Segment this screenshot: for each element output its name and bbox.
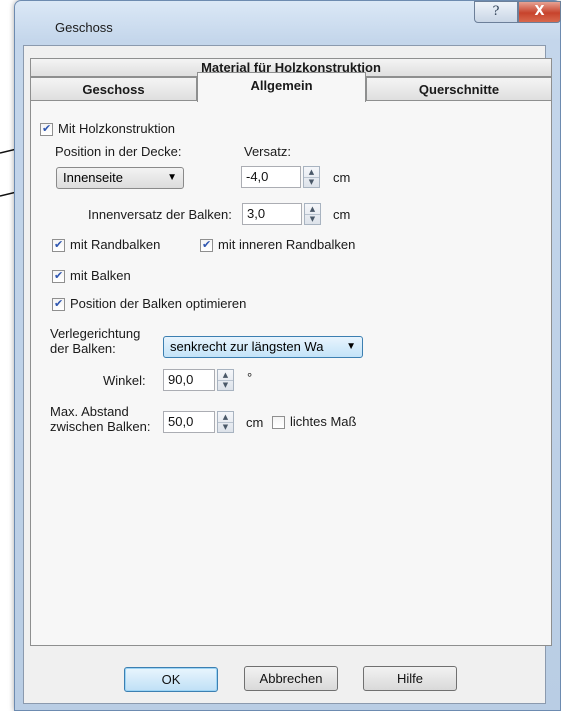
chevron-down-icon: ▼ [346, 341, 356, 352]
abstand-label-line2: zwischen Balken: [50, 419, 151, 434]
position-dropdown[interactable]: Innenseite ▼ [56, 167, 184, 189]
tab-geschoss[interactable]: Geschoss [30, 77, 197, 101]
innenversatz-spinner[interactable]: ▲ ▼ [304, 203, 321, 225]
mit-randbalken-checkbox[interactable] [52, 238, 65, 252]
winkel-label: Winkel: [103, 373, 146, 388]
tab-querschnitte[interactable]: Querschnitte [366, 77, 552, 101]
verlegerichtung-label-line1: Verlegerichtung [50, 326, 141, 341]
abstand-input[interactable]: 50,0 [163, 411, 215, 433]
help-title-button[interactable]: ? [474, 1, 518, 23]
close-icon: X [534, 4, 545, 19]
question-icon: ? [492, 4, 500, 19]
mit-balken-label: mit Balken [70, 268, 131, 283]
winkel-spinner[interactable]: ▲ ▼ [217, 369, 234, 391]
window-title: Geschoss [55, 20, 113, 35]
position-label: Position in der Decke: [55, 144, 182, 159]
position-value: Innenseite [63, 170, 123, 185]
innenversatz-unit: cm [333, 207, 351, 222]
verlegerichtung-value: senkrecht zur längsten Wa [170, 339, 324, 354]
versatz-unit: cm [333, 170, 351, 185]
spin-down-icon[interactable]: ▼ [304, 177, 319, 187]
innenversatz-input[interactable]: 3,0 [242, 203, 302, 225]
lichtes-mass-checkbox[interactable] [272, 416, 285, 429]
winkel-input[interactable]: 90,0 [163, 369, 215, 391]
verlegerichtung-dropdown[interactable]: senkrecht zur längsten Wa ▼ [163, 336, 363, 358]
mit-balken-checkbox[interactable] [52, 269, 65, 283]
close-button[interactable]: X [518, 1, 561, 23]
tab-allgemein[interactable]: Allgemein [197, 72, 366, 102]
abstand-label-line1: Max. Abstand [50, 404, 129, 419]
verlegerichtung-label: Verlegerichtung der Balken: [50, 326, 140, 356]
innenversatz-label: Innenversatz der Balken: [88, 207, 232, 222]
verlegerichtung-label-line2: der Balken: [50, 341, 116, 356]
versatz-spinner[interactable]: ▲ ▼ [303, 166, 320, 188]
lichtes-mass-label: lichtes Maß [290, 414, 357, 429]
spin-down-icon[interactable]: ▼ [218, 422, 233, 432]
position-optimieren-label: Position der Balken optimieren [70, 296, 247, 311]
versatz-input[interactable]: -4,0 [241, 166, 301, 188]
winkel-unit: ° [247, 370, 253, 385]
chevron-down-icon: ▼ [167, 172, 177, 183]
abstand-label: Max. Abstand zwischen Balken: [50, 404, 150, 434]
spin-down-icon[interactable]: ▼ [305, 214, 320, 224]
abbrechen-button[interactable]: Abbrechen [244, 666, 338, 691]
versatz-label: Versatz: [244, 144, 291, 159]
abstand-spinner[interactable]: ▲ ▼ [217, 411, 234, 433]
mit-holzkonstruktion-checkbox[interactable] [40, 122, 53, 136]
mit-randbalken-label: mit Randbalken [70, 237, 161, 252]
position-optimieren-checkbox[interactable] [52, 297, 65, 311]
mit-inneren-randbalken-checkbox[interactable] [200, 238, 213, 252]
abstand-unit: cm [246, 415, 264, 430]
ok-button[interactable]: OK [124, 667, 218, 692]
mit-holzkonstruktion-label: Mit Holzkonstruktion [58, 121, 176, 136]
mit-inneren-randbalken-label: mit inneren Randbalken [218, 237, 356, 252]
spin-down-icon[interactable]: ▼ [218, 380, 233, 390]
hilfe-button[interactable]: Hilfe [363, 666, 457, 691]
